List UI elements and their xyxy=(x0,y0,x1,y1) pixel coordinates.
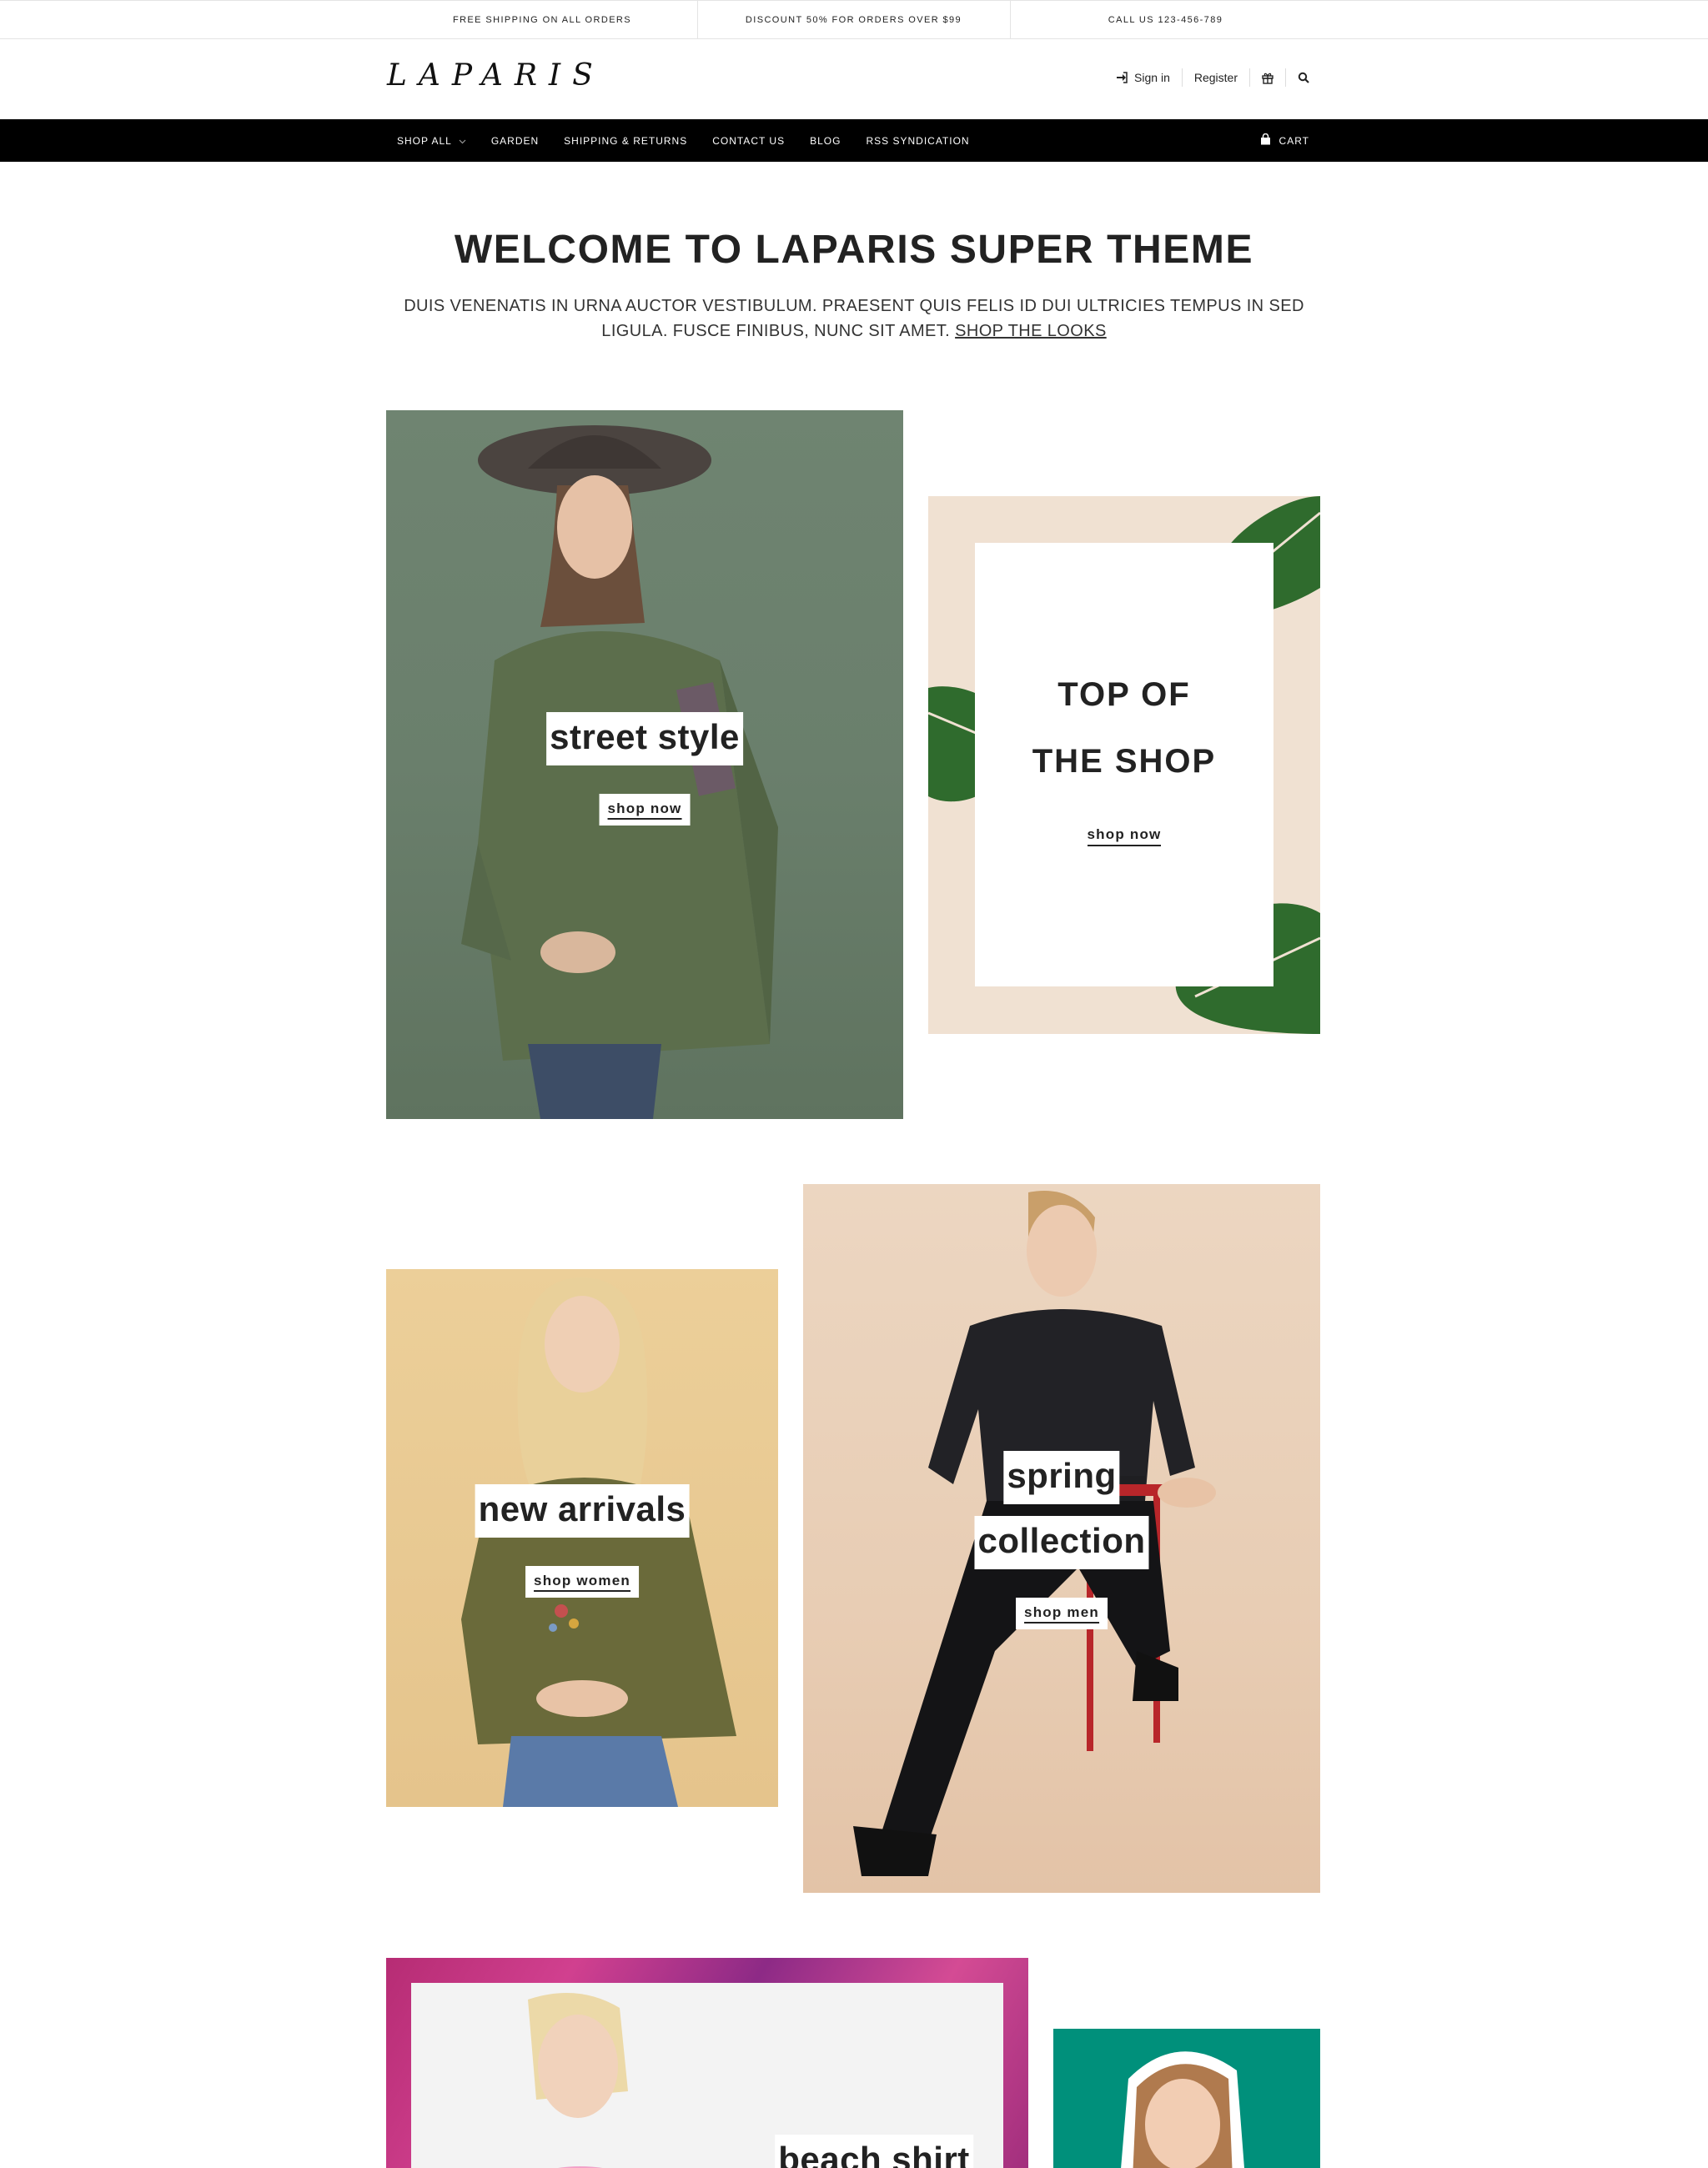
announcement-bar: FREE SHIPPING ON ALL ORDERS DISCOUNT 50%… xyxy=(0,0,1708,39)
nav-item-shipping-returns[interactable]: SHIPPING & RETURNS xyxy=(551,135,700,147)
sign-in-label: Sign in xyxy=(1134,71,1170,84)
nav-item-label: SHOP ALL xyxy=(397,134,452,147)
shop-women-button[interactable]: shop women xyxy=(525,1566,639,1598)
button-label: shop now xyxy=(1087,826,1162,846)
banner-title-line1: TOP OF xyxy=(1057,676,1191,713)
banner-title: new arrivals xyxy=(475,1484,690,1538)
sign-in-link[interactable]: Sign in xyxy=(1104,71,1182,84)
banner-top-of-shop[interactable]: TOP OF THE SHOP shop now xyxy=(928,496,1320,1034)
register-link[interactable]: Register xyxy=(1183,71,1249,84)
shopping-bag-icon xyxy=(1260,133,1271,148)
banner-title-line2: collection xyxy=(974,1516,1149,1569)
gift-button[interactable] xyxy=(1250,72,1285,84)
cart-label: CART xyxy=(1278,134,1309,147)
banner-title-line1: spring xyxy=(1003,1451,1120,1504)
shop-now-button[interactable]: shop now xyxy=(599,794,691,826)
button-label: shop women xyxy=(534,1573,630,1592)
button-label: shop now xyxy=(607,800,682,820)
chevron-down-icon xyxy=(459,135,466,147)
nav-item-garden[interactable]: GARDEN xyxy=(479,135,551,147)
model-photo-teal xyxy=(1121,2051,1244,2168)
nav-item-blog[interactable]: BLOG xyxy=(797,135,853,147)
search-icon xyxy=(1298,72,1309,83)
nav-menu: SHOP ALL GARDEN SHIPPING & RETURNS CONTA… xyxy=(387,119,982,162)
intro-description: DUIS VENENATIS IN URNA AUCTOR VESTIBULUM… xyxy=(404,297,1304,340)
shop-men-button[interactable]: shop men xyxy=(1016,1598,1108,1629)
search-button[interactable] xyxy=(1286,72,1321,83)
shop-the-looks-link[interactable]: SHOP THE LOOKS xyxy=(955,322,1107,340)
site-logo[interactable]: LAPARIS xyxy=(387,58,605,93)
nav-item-rss-syndication[interactable]: RSS SYNDICATION xyxy=(853,135,982,147)
banner-street-style[interactable]: street style shop now xyxy=(386,410,903,1119)
banner-spring-collection[interactable]: spring collection shop men xyxy=(803,1184,1320,1893)
header-account-links: Sign in Register xyxy=(1104,68,1321,87)
page-title: WELCOME TO LAPARIS SUPER THEME xyxy=(454,228,1254,272)
nav-item-contact-us[interactable]: CONTACT US xyxy=(700,135,797,147)
banner-inner-card: TOP OF THE SHOP shop now xyxy=(975,543,1273,986)
banner-teal-promo[interactable] xyxy=(1053,2029,1320,2168)
gift-icon xyxy=(1262,72,1273,84)
main-navigation: SHOP ALL GARDEN SHIPPING & RETURNS CONTA… xyxy=(0,119,1708,162)
model-photo-new-arrivals xyxy=(461,1277,736,1807)
banner-inner-card: beach shirt xyxy=(411,1983,1003,2168)
banner-beach-shirt[interactable]: beach shirt xyxy=(386,1958,1028,2168)
sign-in-icon xyxy=(1116,72,1128,83)
banner-title-line2: THE SHOP xyxy=(1032,743,1217,780)
banner-title: street style xyxy=(546,712,743,765)
announcement-free-shipping: FREE SHIPPING ON ALL ORDERS xyxy=(452,15,632,25)
announcement-discount: DISCOUNT 50% FOR ORDERS OVER $99 xyxy=(745,15,962,25)
banner-new-arrivals[interactable]: new arrivals shop women xyxy=(386,1269,778,1807)
intro-text: DUIS VENENATIS IN URNA AUCTOR VESTIBULUM… xyxy=(387,294,1321,344)
nav-item-shop-all[interactable]: SHOP ALL xyxy=(387,135,479,147)
cart-link[interactable]: CART xyxy=(1260,119,1309,162)
announcement-phone: CALL US 123-456-789 xyxy=(1108,15,1223,25)
button-label: shop men xyxy=(1024,1604,1099,1623)
shop-now-button[interactable]: shop now xyxy=(975,826,1273,846)
banner-title: beach shirt xyxy=(775,2135,973,2168)
